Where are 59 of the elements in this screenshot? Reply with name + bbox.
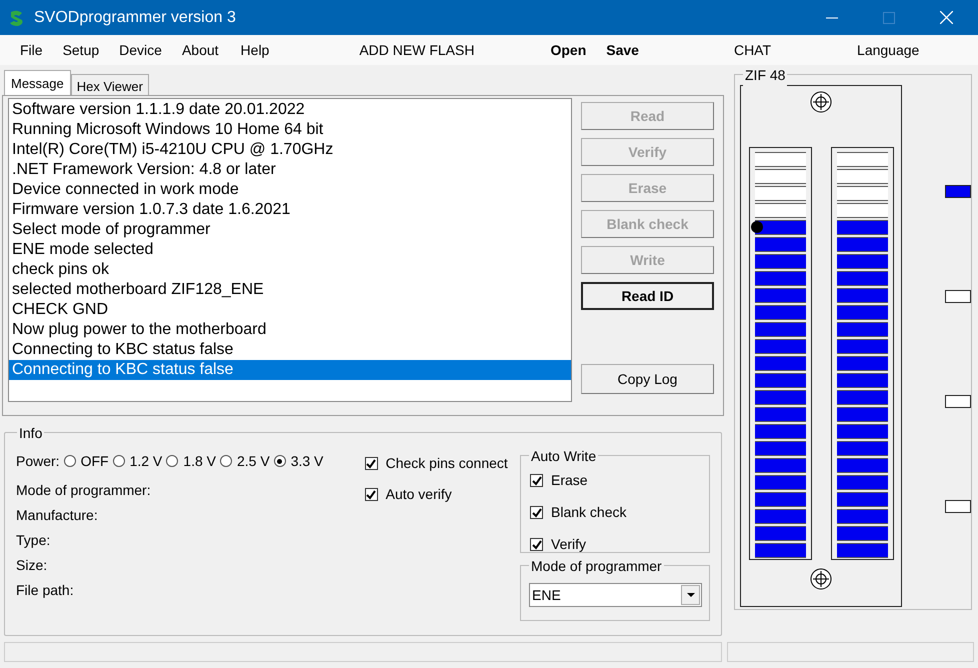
menu-item[interactable]: Open	[550, 40, 586, 60]
radio-label: 1.8 V	[183, 452, 216, 471]
menu-item[interactable]: ADD NEW FLASH	[359, 40, 474, 60]
checkbox[interactable]	[530, 474, 543, 488]
radio-label: 2.5 V	[236, 452, 270, 471]
log-line[interactable]: Device connected in work mode	[9, 180, 571, 200]
crosshair-icon	[810, 91, 832, 113]
log-line[interactable]: selected motherboard ZIF128_ENE	[9, 280, 571, 300]
field-label: Size:	[16, 556, 48, 574]
mode-dropdown[interactable]: ENE	[529, 583, 702, 608]
checkbox[interactable]	[364, 457, 378, 470]
field-label: Mode of programmer:	[16, 481, 152, 500]
log-line[interactable]: Connecting to KBC status false	[9, 340, 571, 360]
checkbox-label: Blank check	[551, 503, 626, 522]
checkbox-label: Erase	[551, 471, 588, 490]
radio-button[interactable]	[220, 455, 232, 468]
checkbox[interactable]	[364, 488, 378, 502]
copy-log-button[interactable]: Copy Log	[581, 364, 714, 394]
action-button[interactable]: Read ID	[581, 282, 714, 310]
radio-button[interactable]	[112, 455, 125, 468]
close-icon[interactable]	[940, 11, 953, 24]
menu-item[interactable]: Save	[606, 40, 639, 60]
menu-item[interactable]: CHAT	[734, 40, 772, 60]
window-title: SVODprogrammer version 3	[34, 8, 236, 28]
radio-button[interactable]	[274, 455, 286, 468]
radio-button[interactable]	[166, 455, 178, 468]
log-line[interactable]: .NET Framework Version: 4.8 or later	[9, 160, 571, 180]
checkbox-label: Check pins connect	[386, 454, 508, 474]
radio-label: 3.3 V	[290, 452, 324, 471]
radio-label: 1.2 V	[130, 452, 162, 471]
radio-button[interactable]	[64, 455, 76, 468]
tab[interactable]: Hex Viewer	[70, 74, 149, 95]
menu-item[interactable]: Setup	[62, 40, 100, 60]
log-line[interactable]: Intel(R) Core(TM) i5-4210U CPU @ 1.70GHz	[9, 140, 571, 160]
log-line[interactable]: Firmware version 1.0.7.3 date 1.6.2021	[9, 200, 571, 220]
log-line[interactable]: Select mode of programmer	[9, 220, 571, 240]
checkbox-label: Verify	[551, 535, 586, 554]
log-line[interactable]: Now plug power to the motherboard	[9, 320, 571, 340]
log-line[interactable]: Software version 1.1.1.9 date 20.01.2022	[9, 100, 571, 120]
field-label: Manufacture:	[16, 506, 99, 524]
checkbox[interactable]	[530, 538, 543, 552]
log-line[interactable]: check pins ok	[9, 260, 571, 280]
field-label: File path:	[16, 581, 75, 600]
field-label: Power:	[16, 452, 60, 471]
crosshair-icon	[810, 568, 832, 590]
menu-item[interactable]: Language	[857, 40, 920, 60]
checkbox[interactable]	[530, 506, 543, 520]
menu-item[interactable]: File	[20, 40, 43, 60]
menu-item[interactable]: About	[182, 40, 219, 60]
menu-item[interactable]: Device	[119, 40, 162, 60]
field-label: Type:	[16, 531, 52, 550]
checkbox-label: Auto verify	[386, 485, 452, 504]
log-line[interactable]: Running Microsoft Windows 10 Home 64 bit	[9, 120, 571, 140]
menu-item[interactable]: Help	[240, 40, 270, 60]
radio-label: OFF	[80, 452, 109, 471]
tab[interactable]: Message	[4, 70, 71, 95]
log-line[interactable]: ENE mode selected	[9, 240, 571, 260]
log-line[interactable]: CHECK GND	[9, 300, 571, 320]
caret-icon	[686, 593, 694, 598]
